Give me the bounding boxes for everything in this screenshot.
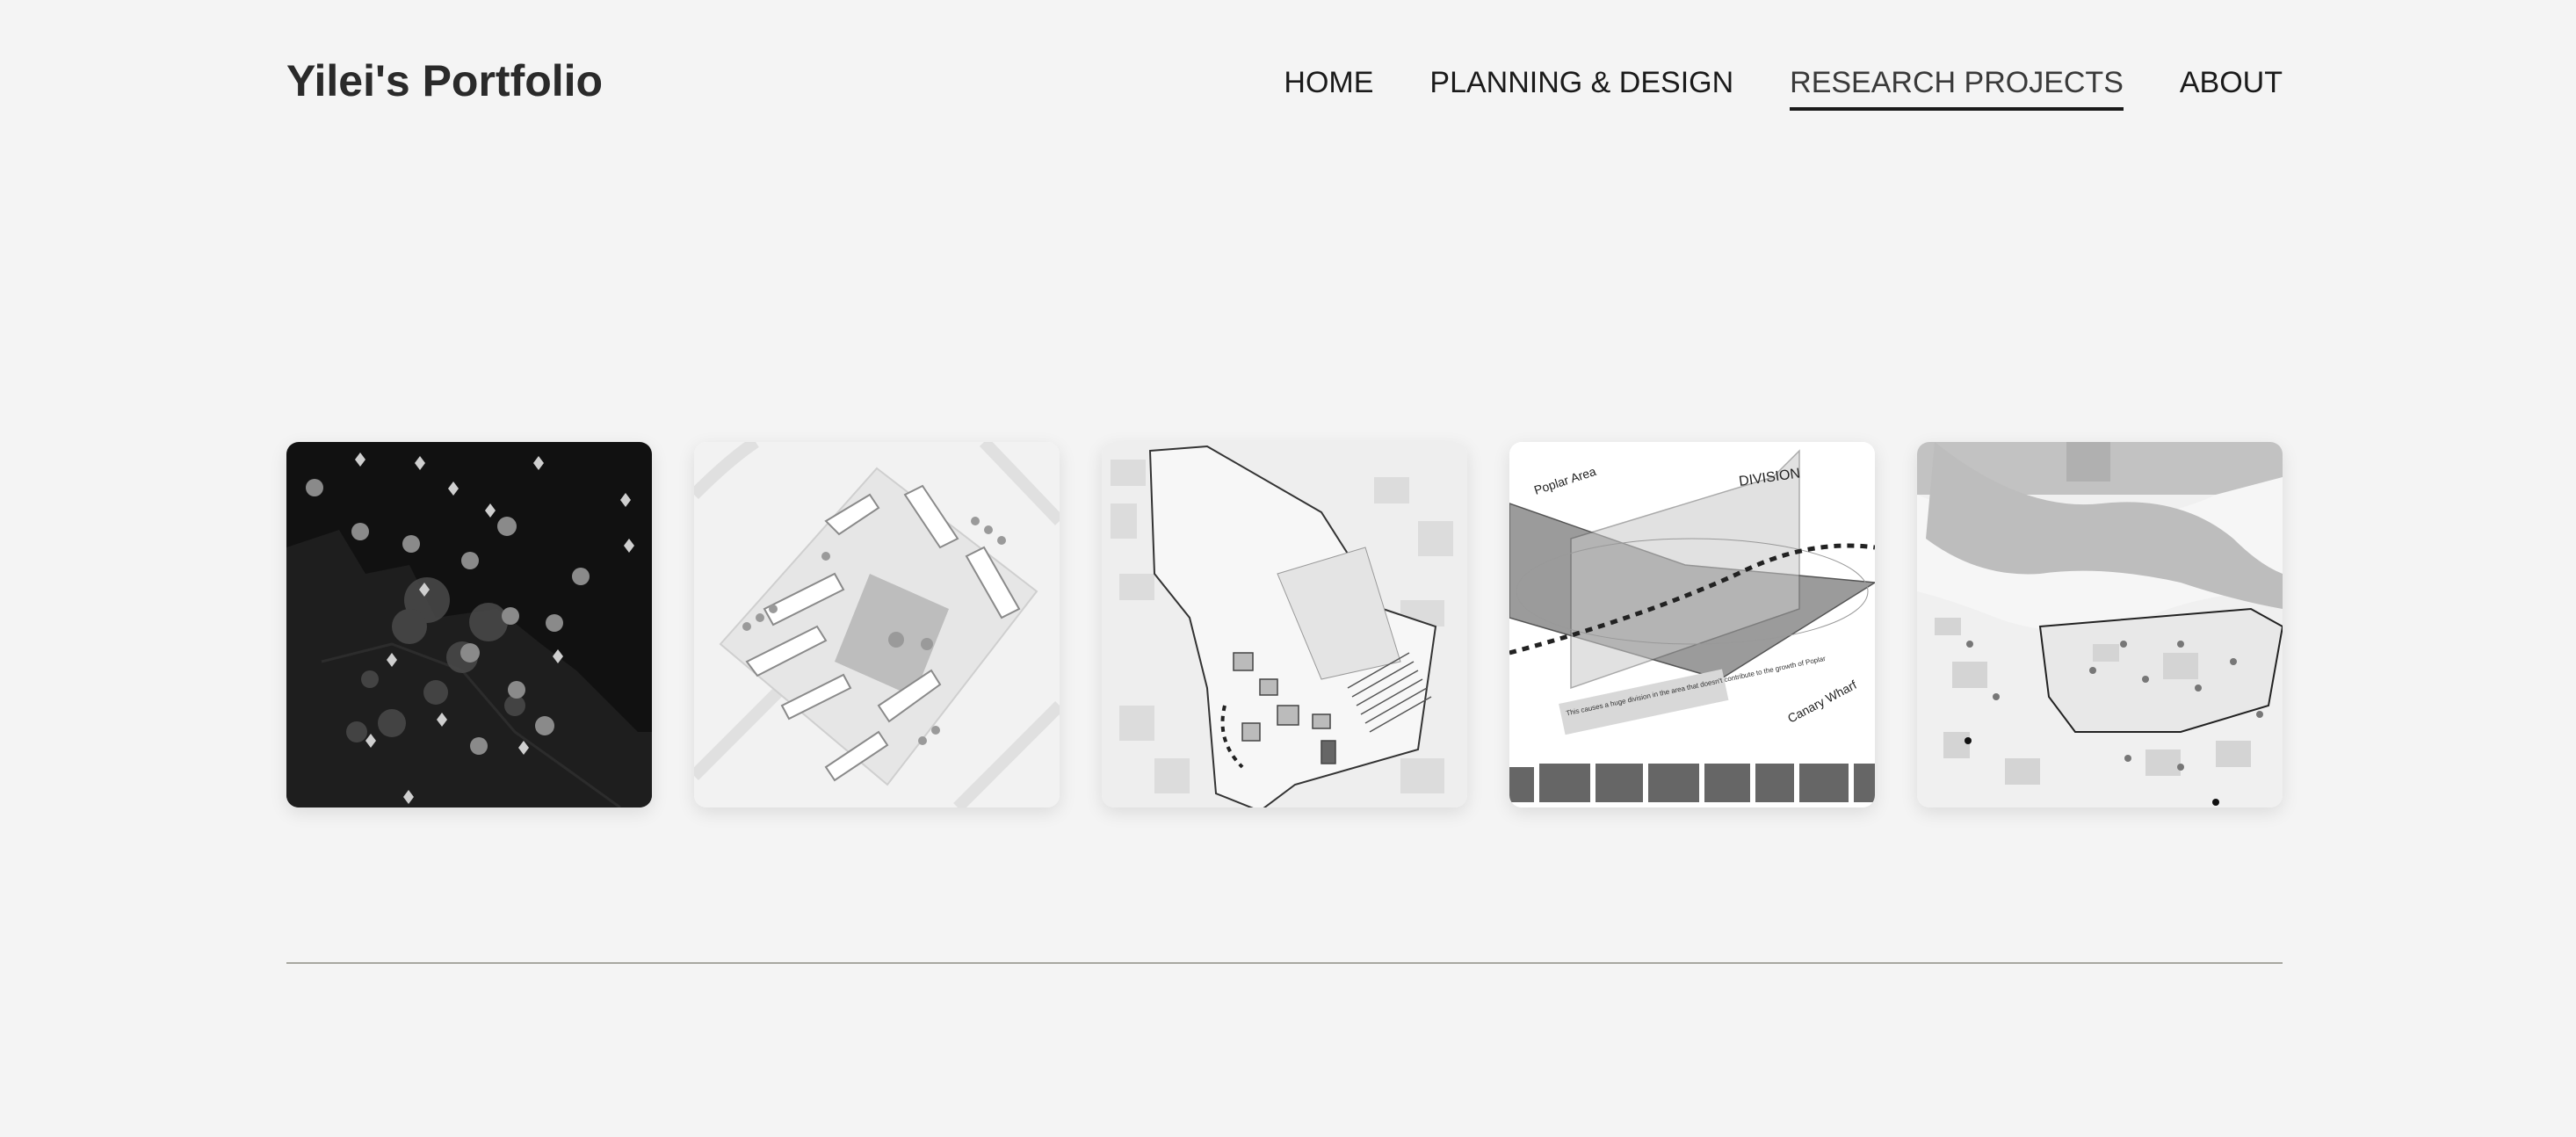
site-header: Yilei's Portfolio HOME PLANNING & DESIGN… [286,0,2283,158]
nav-home[interactable]: HOME [1284,63,1373,111]
footer-divider [286,962,2283,964]
nav-planning-design[interactable]: PLANNING & DESIGN [1429,63,1733,111]
site-title[interactable]: Yilei's Portfolio [286,53,603,109]
main-nav: HOME PLANNING & DESIGN RESEARCH PROJECTS… [1284,63,2283,111]
project-card-heatmap[interactable] [286,442,652,807]
axonometric-image: Poplar Area DIVISION Canary Wharf This c… [1509,442,1875,807]
project-gallery: Poplar Area DIVISION Canary Wharf This c… [286,442,2283,807]
project-card-river-map[interactable] [1917,442,2283,807]
heatmap-map-image [286,442,652,807]
site-plan-image [1102,442,1467,807]
river-map-image [1917,442,2283,807]
nav-research-projects[interactable]: RESEARCH PROJECTS [1790,63,2124,111]
project-card-site-plan[interactable] [1102,442,1467,807]
masterplan-image [694,442,1060,807]
project-card-masterplan[interactable] [694,442,1060,807]
nav-about[interactable]: ABOUT [2180,63,2283,111]
project-card-axonometric[interactable]: Poplar Area DIVISION Canary Wharf This c… [1509,442,1875,807]
